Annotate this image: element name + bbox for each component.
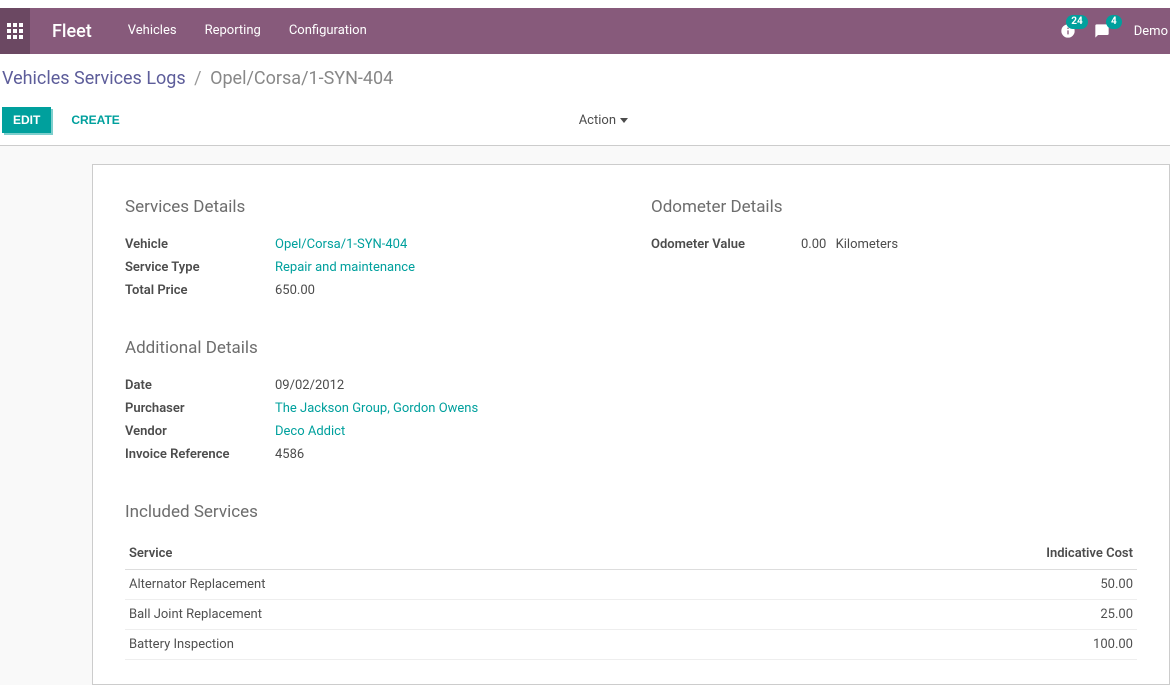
vendor-value[interactable]: Deco Addict [275,424,345,439]
messages-icon[interactable]: 4 [1094,23,1110,39]
action-dropdown[interactable]: Action [579,113,628,128]
activities-badge: 24 [1066,15,1087,29]
cell-service: Ball Joint Replacement [125,600,736,630]
messages-badge: 4 [1106,15,1122,29]
vehicle-value[interactable]: Opel/Corsa/1-SYN-404 [275,237,407,252]
table-row[interactable]: Ball Joint Replacement 25.00 [125,600,1137,630]
col-cost: Indicative Cost [736,538,1137,570]
edit-button[interactable]: EDIT [2,107,51,133]
total-price-value: 650.00 [275,283,315,298]
odometer-details-group: Odometer Details Odometer Value 0.00 Kil… [651,189,1137,302]
breadcrumb-current: Opel/Corsa/1-SYN-404 [210,68,393,89]
user-menu[interactable]: Demo [1128,24,1168,39]
cell-cost: 25.00 [736,600,1137,630]
odometer-value-label: Odometer Value [651,237,801,252]
service-type-value[interactable]: Repair and maintenance [275,260,415,275]
table-row[interactable]: Alternator Replacement 50.00 [125,570,1137,600]
vendor-label: Vendor [125,424,275,439]
purchaser-value[interactable]: The Jackson Group, Gordon Owens [275,401,478,416]
cell-cost: 50.00 [736,570,1137,600]
breadcrumb-separator: / [190,68,205,89]
services-details-group: Services Details Vehicle Opel/Corsa/1-SY… [125,189,611,302]
included-services-group: Included Services Service Indicative Cos… [125,502,1137,660]
action-label: Action [579,113,616,128]
cell-service: Battery Inspection [125,630,736,660]
odometer-amount: 0.00 [801,237,826,252]
service-type-label: Service Type [125,260,275,275]
nav-reporting[interactable]: Reporting [191,8,275,54]
apps-menu-icon[interactable] [0,8,30,54]
breadcrumb-parent[interactable]: Vehicles Services Logs [2,68,186,89]
vehicle-label: Vehicle [125,237,275,252]
date-value: 09/02/2012 [275,378,344,393]
additional-details-title: Additional Details [125,338,1137,358]
activities-icon[interactable]: 24 [1060,23,1076,39]
navbar: Fleet Vehicles Reporting Configuration 2… [0,8,1170,54]
services-details-title: Services Details [125,197,611,217]
nav-vehicles[interactable]: Vehicles [114,8,191,54]
nav-configuration[interactable]: Configuration [275,8,381,54]
col-service: Service [125,538,736,570]
odometer-value: 0.00 Kilometers [801,237,898,252]
cell-cost: 100.00 [736,630,1137,660]
create-button[interactable]: CREATE [61,107,129,133]
table-row[interactable]: Battery Inspection 100.00 [125,630,1137,660]
included-services-table: Service Indicative Cost Alternator Repla… [125,538,1137,660]
breadcrumb: Vehicles Services Logs / Opel/Corsa/1-SY… [0,54,1170,95]
odometer-unit: Kilometers [836,237,898,252]
included-services-title: Included Services [125,502,1137,522]
cell-service: Alternator Replacement [125,570,736,600]
chevron-down-icon [620,118,628,123]
total-price-label: Total Price [125,283,275,298]
purchaser-label: Purchaser [125,401,275,416]
app-brand[interactable]: Fleet [30,21,114,42]
invoice-ref-label: Invoice Reference [125,447,275,462]
form-sheet: Services Details Vehicle Opel/Corsa/1-SY… [92,164,1170,685]
odometer-details-title: Odometer Details [651,197,1137,217]
date-label: Date [125,378,275,393]
invoice-ref-value: 4586 [275,447,304,462]
nav-menu: Vehicles Reporting Configuration [114,8,381,54]
additional-details-group: Additional Details Date 09/02/2012 Purch… [125,338,1137,466]
control-bar: EDIT CREATE Action [0,95,1170,146]
